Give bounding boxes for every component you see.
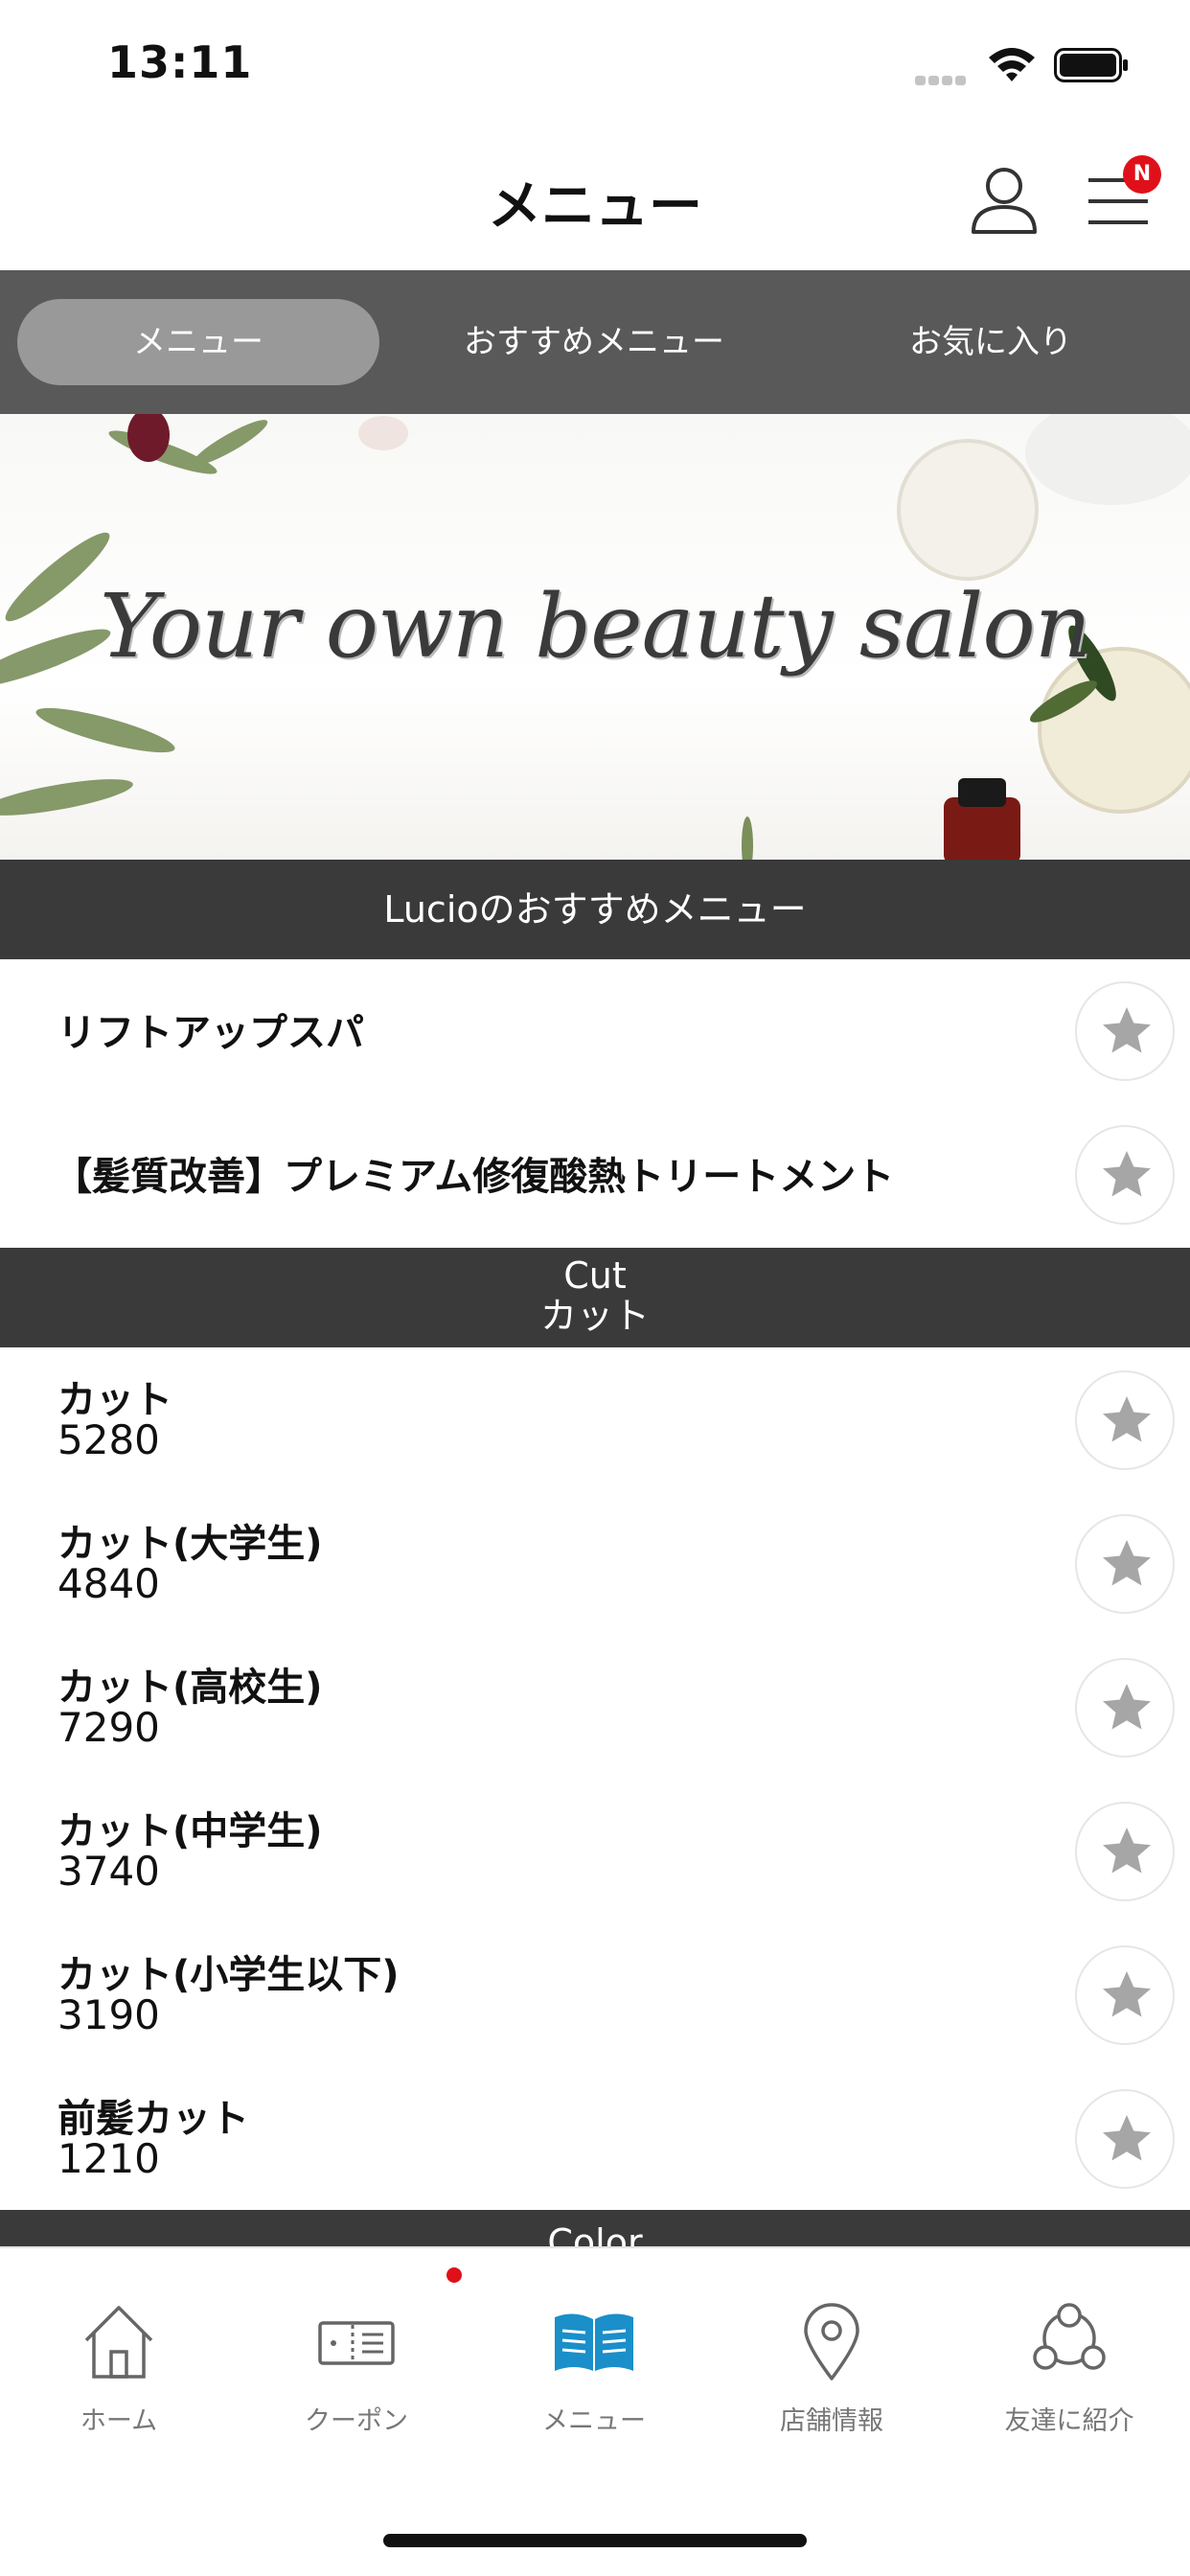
star-icon: [1103, 2115, 1151, 2161]
tabbar-label: メニュー: [542, 2406, 646, 2436]
list-item[interactable]: 【髪質改善】プレミアム修復酸熱トリートメント: [0, 1103, 1190, 1247]
menu-item-price: 4840: [57, 1560, 160, 1607]
favorite-button[interactable]: [1075, 1125, 1175, 1225]
coupon-icon: [318, 2321, 395, 2365]
favorite-button[interactable]: [1075, 981, 1175, 1081]
tabbar-item-refer-friend[interactable]: 友達に紹介: [973, 2302, 1165, 2437]
bottom-tab-bar: ホーム クーポン メニュー 店舗情報 友達に紹介: [0, 2246, 1190, 2576]
tab-favorites[interactable]: お気に入り: [809, 299, 1173, 385]
menu-item-name: リフトアップスパ: [57, 1011, 364, 1055]
section-title-en: Cut: [563, 1254, 627, 1297]
section-title-ja: カット: [539, 1295, 650, 1337]
tabbar-label: クーポン: [305, 2406, 408, 2436]
list-item[interactable]: 前髪カット 1210: [0, 2066, 1190, 2210]
share-friends-icon: [1033, 2303, 1106, 2370]
favorite-button[interactable]: [1075, 1658, 1175, 1758]
list-item[interactable]: カット(中学生) 3740: [0, 1779, 1190, 1922]
notification-badge: N: [1123, 155, 1161, 194]
menu-item-price: 3740: [57, 1848, 160, 1895]
banner-slogan: Your own beauty salon: [100, 575, 1091, 678]
status-bar: 13:11: [0, 0, 1190, 134]
list-item[interactable]: カット(小学生以下) 3190: [0, 1922, 1190, 2066]
battery-icon: [1054, 48, 1128, 82]
list-item[interactable]: カット(高校生) 7290: [0, 1635, 1190, 1779]
user-account-icon[interactable]: [968, 163, 1041, 236]
menu-book-icon: [555, 2313, 633, 2371]
tabbar-label: ホーム: [80, 2406, 158, 2436]
star-icon: [1103, 1396, 1151, 1442]
coupon-notification-dot: [446, 2267, 462, 2283]
tabbar-label: 友達に紹介: [1004, 2406, 1134, 2436]
star-icon: [1103, 1540, 1151, 1586]
favorite-button[interactable]: [1075, 1370, 1175, 1470]
star-icon: [1103, 1828, 1151, 1874]
home-icon: [84, 2306, 153, 2379]
list-item[interactable]: カット 5280: [0, 1347, 1190, 1491]
list-item[interactable]: カット(大学生) 4840: [0, 1491, 1190, 1635]
favorite-button[interactable]: [1075, 1802, 1175, 1901]
star-icon: [1103, 1151, 1151, 1197]
star-icon: [1103, 1684, 1151, 1730]
menu-tabs: メニュー おすすめメニュー お気に入り: [0, 270, 1190, 414]
nav-bar: メニュー N: [0, 134, 1190, 270]
list-item[interactable]: リフトアップスパ: [0, 959, 1190, 1103]
status-time: 13:11: [107, 36, 253, 88]
menu-item-price: 7290: [57, 1704, 160, 1751]
favorite-button[interactable]: [1075, 1514, 1175, 1614]
favorite-button[interactable]: [1075, 1945, 1175, 2045]
tabbar-label: 店舗情報: [780, 2406, 883, 2436]
tabbar-item-coupon[interactable]: クーポン: [261, 2302, 452, 2437]
tabbar-item-store-info[interactable]: 店舗情報: [736, 2302, 927, 2437]
favorite-button[interactable]: [1075, 2089, 1175, 2189]
home-indicator[interactable]: [383, 2534, 807, 2547]
menu-item-price: 5280: [57, 1416, 160, 1463]
section-header-recommended: Lucioのおすすめメニュー: [0, 860, 1190, 959]
location-pin-icon: [804, 2303, 859, 2380]
star-icon: [1103, 1971, 1151, 2017]
tabbar-item-menu[interactable]: メニュー: [498, 2302, 690, 2437]
menu-item-price: 3190: [57, 1991, 160, 2038]
salon-banner: Your own beauty salon: [0, 414, 1190, 860]
cellular-signal-icon: [915, 71, 971, 85]
menu-item-name: 【髪質改善】プレミアム修復酸熱トリートメント: [54, 1155, 895, 1199]
section-header-cut: Cut カット: [0, 1248, 1190, 1347]
tabbar-item-home[interactable]: ホーム: [23, 2302, 215, 2437]
tab-recommended-menu[interactable]: おすすめメニュー: [402, 299, 786, 385]
tab-menu[interactable]: メニュー: [17, 299, 379, 385]
menu-item-price: 1210: [57, 2135, 160, 2182]
wifi-icon: [989, 48, 1035, 81]
star-icon: [1103, 1007, 1151, 1053]
